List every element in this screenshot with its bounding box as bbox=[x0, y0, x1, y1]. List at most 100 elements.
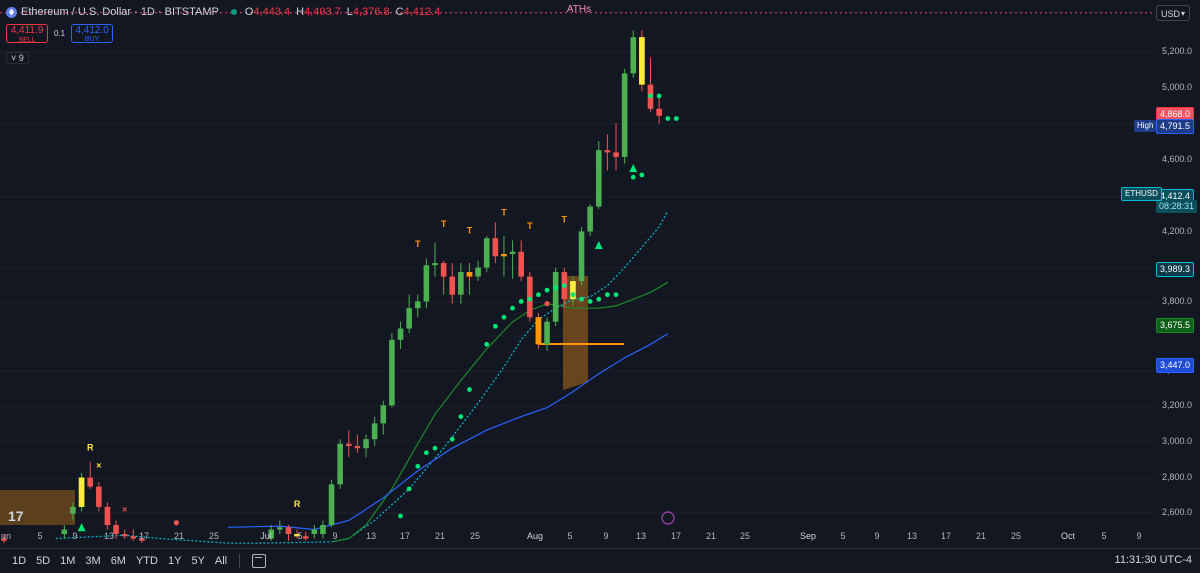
sell-dot bbox=[173, 520, 179, 526]
currency-select[interactable]: USD bbox=[1156, 5, 1190, 22]
indicators-toggle-button[interactable]: ˅ 9 bbox=[6, 52, 29, 64]
time-tick-label: Aug bbox=[526, 531, 544, 541]
time-tick-label: 25 bbox=[469, 531, 481, 541]
timeframe-1m[interactable]: 1M bbox=[58, 555, 77, 567]
time-tick-label: 9 bbox=[603, 531, 609, 541]
calendar-icon[interactable] bbox=[252, 554, 267, 568]
chevron-down-icon: ˅ bbox=[11, 53, 17, 63]
symbol-price-label: ETHUSD bbox=[1121, 187, 1162, 201]
candle-body bbox=[423, 265, 430, 302]
t-marker: T bbox=[467, 226, 473, 236]
trail-dot bbox=[398, 513, 403, 519]
close-value: 4,412.4 bbox=[403, 6, 441, 18]
time-tick-label: 25 bbox=[1010, 531, 1022, 541]
open-value: 4,443.4 bbox=[253, 6, 291, 18]
timeframe-5y[interactable]: 5Y bbox=[189, 555, 206, 567]
time-tick-label: 5 bbox=[297, 531, 303, 541]
signal-candle-body bbox=[639, 37, 645, 85]
time-tick-label: Jul bbox=[260, 531, 272, 541]
close-key: C bbox=[395, 6, 404, 18]
timeframe-ytd[interactable]: YTD bbox=[134, 555, 160, 567]
chart-area[interactable]: ATHsTTTTTTRRR××17 bbox=[0, 0, 1152, 548]
low-value: 4,376.8 bbox=[352, 6, 390, 18]
time-tick-label: 5 bbox=[37, 531, 43, 541]
sell-label: SELL bbox=[18, 37, 36, 44]
symbol-title[interactable]: Ethereum / U.S. Dollar · 1D · BITSTAMP bbox=[21, 6, 219, 18]
trail-dot bbox=[587, 299, 593, 304]
time-tick-label: 25 bbox=[208, 531, 220, 541]
candle-body bbox=[277, 527, 283, 530]
trail-dot bbox=[467, 387, 472, 392]
time-tick-label: 21 bbox=[173, 531, 185, 541]
candle-body bbox=[613, 152, 619, 157]
timeframe-all[interactable]: All bbox=[213, 555, 229, 567]
timeframe-5d[interactable]: 5D bbox=[34, 555, 52, 567]
timeframe-6m[interactable]: 6M bbox=[109, 555, 128, 567]
price-tick-label: 2,800.0 bbox=[1162, 472, 1193, 482]
candle-body bbox=[414, 301, 421, 309]
buy-price: 4,412.0 bbox=[75, 25, 109, 36]
candle-body bbox=[604, 150, 611, 153]
candle-body bbox=[397, 328, 404, 340]
candle-body bbox=[121, 534, 128, 537]
price-tick-label: 2,600.0 bbox=[1162, 507, 1193, 517]
time-tick-label: 5 bbox=[840, 531, 846, 541]
timeframe-3m[interactable]: 3M bbox=[83, 555, 102, 567]
candle-body bbox=[475, 267, 481, 277]
time-tick-label: un bbox=[0, 531, 12, 541]
time-tick-label: Sep bbox=[799, 531, 817, 541]
time-tick-label: 9 bbox=[1136, 531, 1142, 541]
candle-body bbox=[578, 231, 585, 282]
sell-dot bbox=[544, 301, 550, 307]
candle-body bbox=[458, 272, 464, 295]
time-tick-label: 21 bbox=[705, 531, 717, 541]
price-tick-label: 5,200.0 bbox=[1162, 46, 1193, 56]
time-tick-label: 5 bbox=[567, 531, 573, 541]
candle-body bbox=[104, 506, 111, 525]
trail-dot bbox=[544, 287, 550, 293]
candle-body bbox=[656, 108, 662, 116]
time-tick-label: 9 bbox=[72, 531, 78, 541]
trail-dot bbox=[570, 292, 576, 298]
trail-dot bbox=[673, 116, 679, 121]
time-tick-label: 25 bbox=[739, 531, 751, 541]
candle-body bbox=[130, 536, 137, 539]
trail-dot bbox=[605, 292, 610, 298]
ma-fast-price-tag: 3,989.3 bbox=[1156, 262, 1195, 277]
timeframe-1y[interactable]: 1Y bbox=[166, 555, 183, 567]
trail-dot bbox=[432, 445, 438, 451]
trail-dot bbox=[536, 292, 541, 298]
candle-body bbox=[483, 238, 490, 268]
t-marker: T bbox=[527, 221, 533, 231]
trail-dot bbox=[648, 93, 653, 99]
trade-box: 4,411.9 SELL 0.1 4,412.0 BUY bbox=[6, 24, 114, 44]
price-axis[interactable]: 5,200.05,000.04,600.04,200.03,800.03,400… bbox=[1152, 0, 1200, 548]
candle-body bbox=[380, 405, 387, 424]
x-marker: × bbox=[122, 505, 127, 515]
t-marker: T bbox=[415, 239, 421, 249]
candle-body bbox=[630, 37, 637, 74]
candle-body bbox=[337, 443, 343, 485]
trail-dot bbox=[484, 341, 490, 347]
price-tick-label: 3,000.0 bbox=[1162, 436, 1193, 446]
candle-countdown: 08:28:31 bbox=[1156, 200, 1198, 213]
r-marker: R bbox=[647, 0, 654, 1]
t-marker: T bbox=[501, 208, 507, 218]
timeframe-1d[interactable]: 1D bbox=[10, 555, 28, 567]
price-chart[interactable]: ATHsTTTTTTRRR××17 bbox=[0, 0, 1152, 548]
candle-body bbox=[440, 263, 447, 277]
tradingview-logo: 17 bbox=[8, 508, 24, 524]
t-marker: T bbox=[562, 214, 568, 224]
time-tick-label: Oct bbox=[1060, 531, 1076, 541]
toolbar-divider bbox=[239, 554, 241, 568]
candle-body bbox=[320, 525, 326, 535]
buy-button[interactable]: 4,412.0 BUY bbox=[71, 24, 114, 43]
sell-price: 4,411.9 bbox=[10, 25, 44, 36]
clock[interactable]: 11:31:30 UTC-4 bbox=[1115, 554, 1192, 566]
sell-button[interactable]: 4,411.9 SELL bbox=[6, 24, 48, 44]
candle-body bbox=[354, 445, 361, 449]
time-tick-label: 17 bbox=[138, 531, 150, 541]
candle-body bbox=[311, 529, 318, 535]
indicators-count: 9 bbox=[18, 53, 24, 63]
time-tick-label: 17 bbox=[670, 531, 682, 541]
